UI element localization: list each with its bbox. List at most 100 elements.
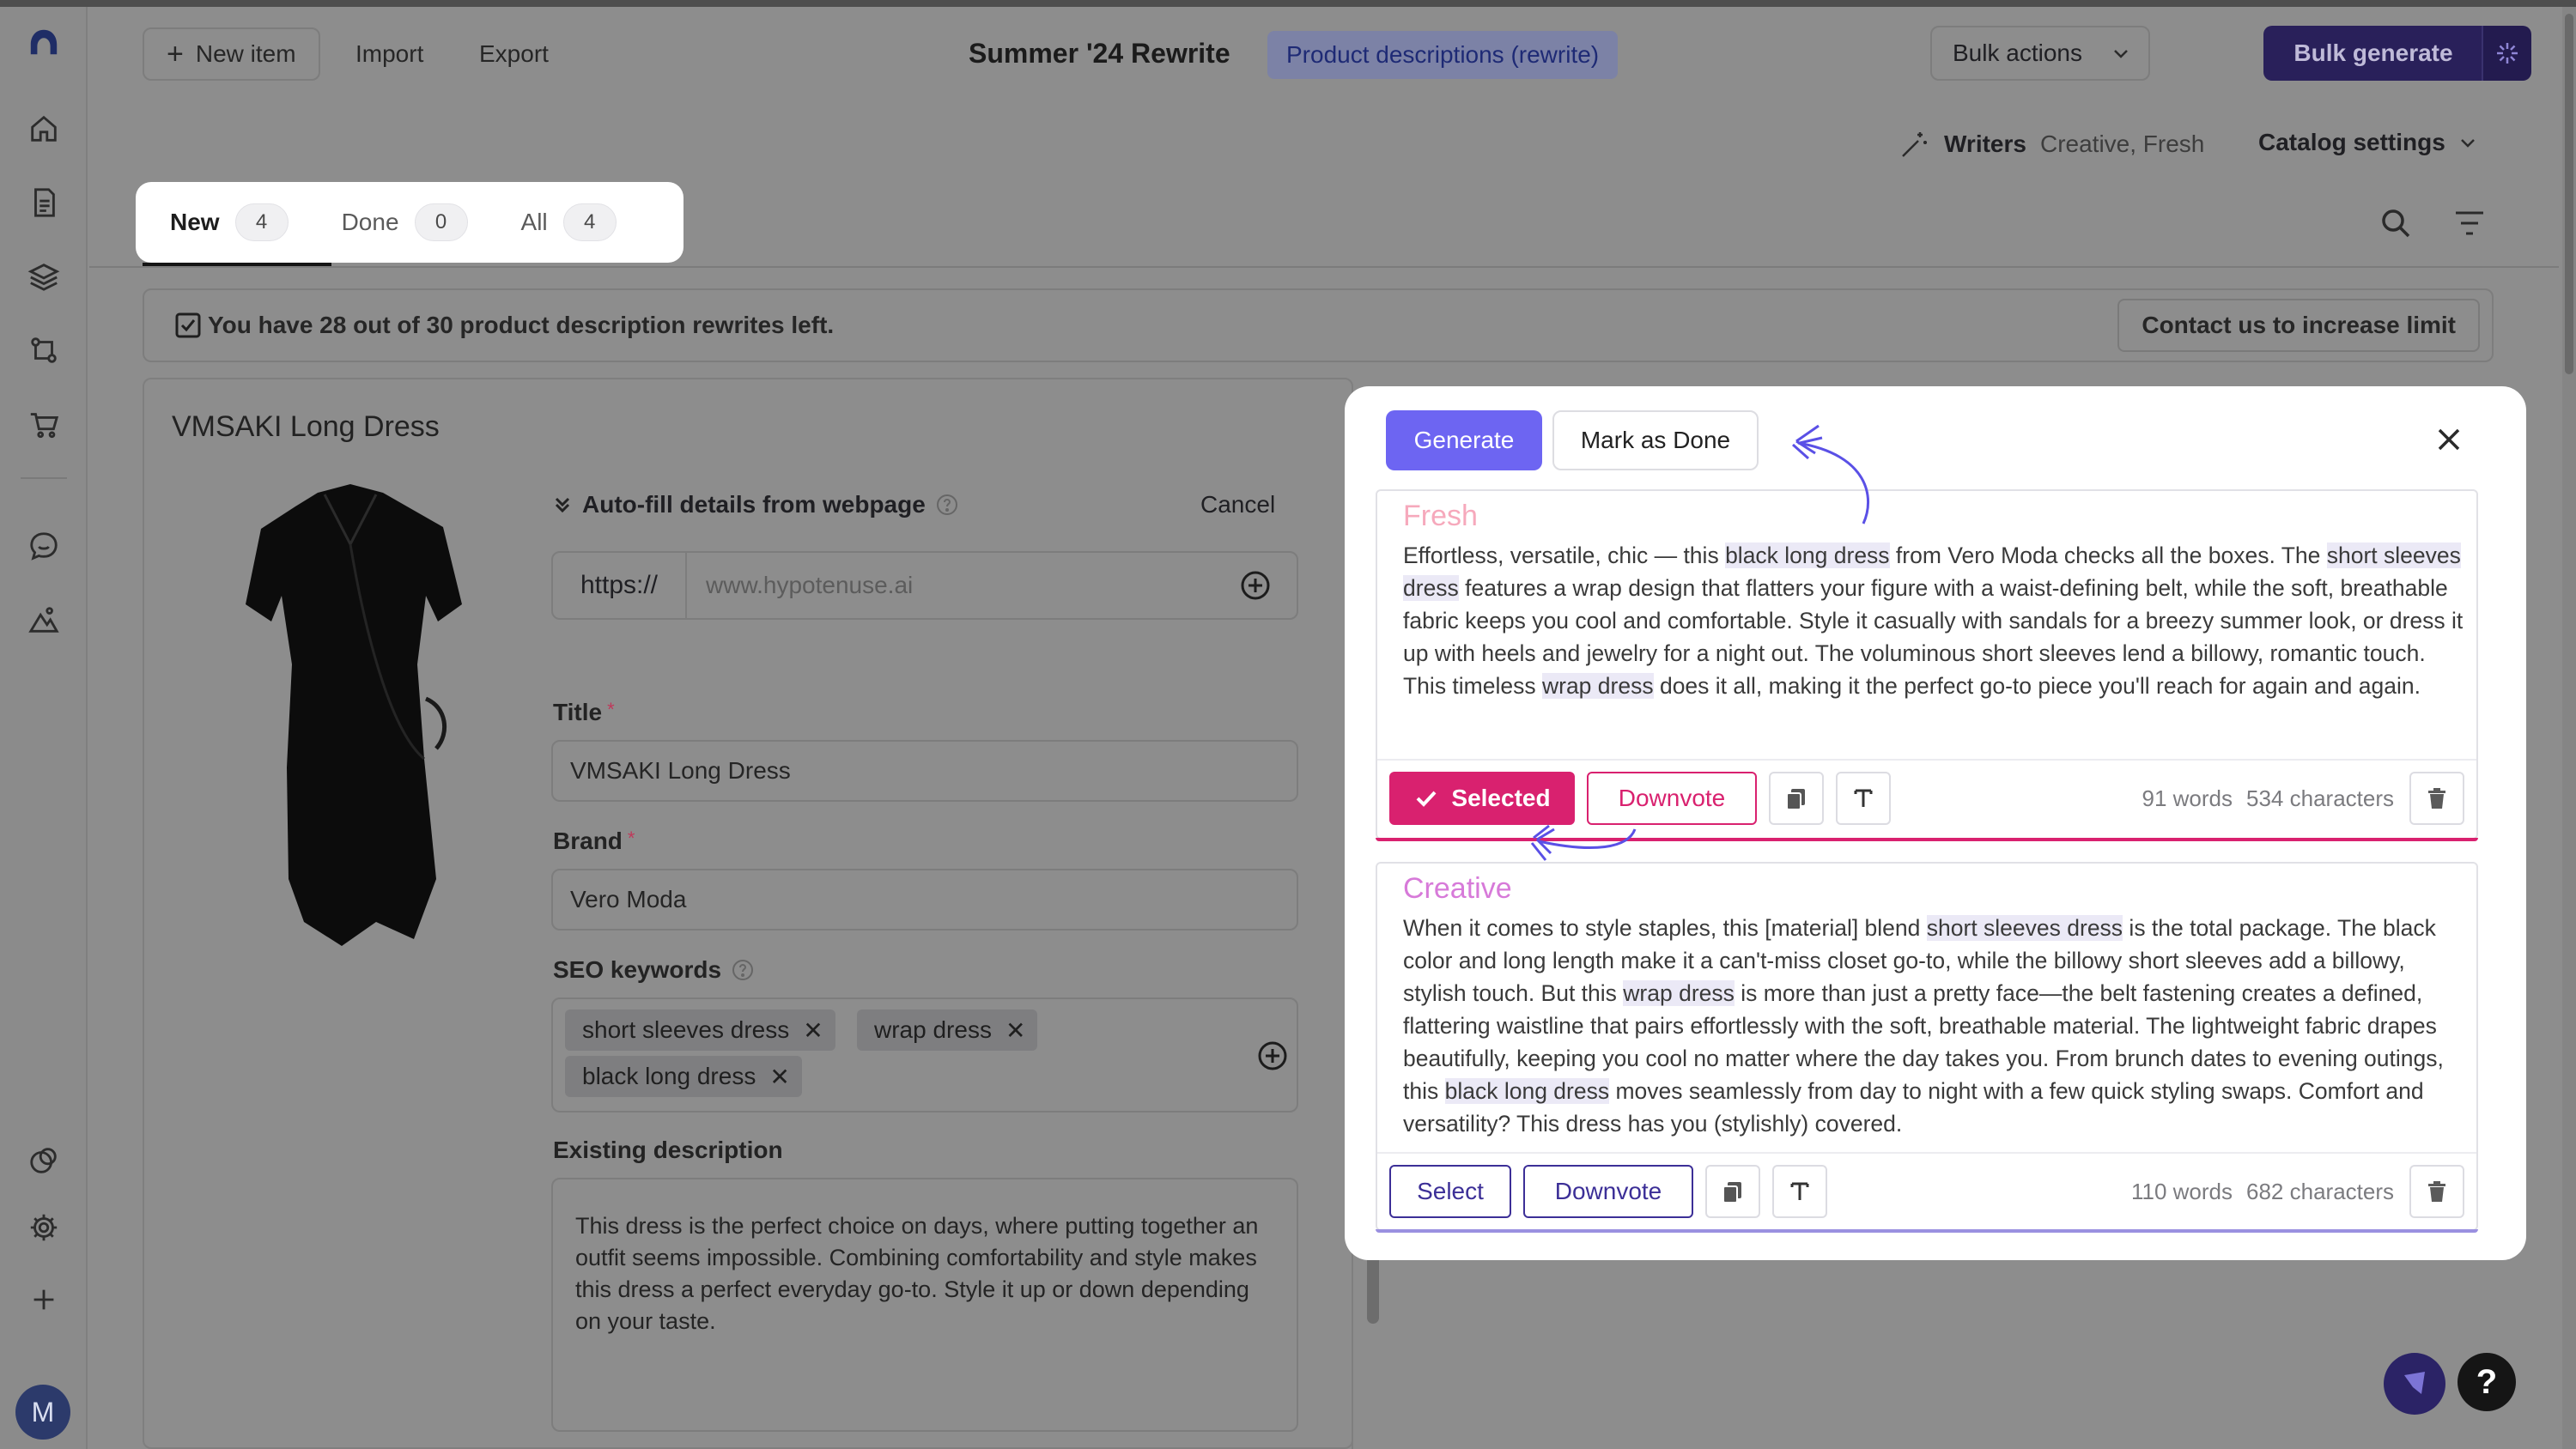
keyword-label: black long dress — [582, 1063, 756, 1089]
tabs-divider — [89, 266, 2559, 268]
word-count: 91 words — [2142, 785, 2233, 811]
result-text[interactable]: When it comes to style staples, this [ma… — [1403, 912, 2468, 1140]
result-text[interactable]: Effortless, versatile, chic — this black… — [1403, 539, 2468, 702]
mark-as-done-button[interactable]: Mark as Done — [1552, 410, 1759, 470]
writers-value: Creative, Fresh — [2039, 130, 2205, 157]
selected-accent — [1376, 838, 2478, 841]
text-segment: When it comes to style staples, this [ma… — [1403, 915, 1927, 941]
seo-keywords-field[interactable]: short sleeves dress ✕ wrap dress ✕ black… — [551, 997, 1298, 1113]
results-panel — [1352, 1236, 2502, 1449]
settings-icon[interactable] — [25, 1209, 63, 1246]
keyword-chip: short sleeves dress ✕ — [565, 1009, 835, 1051]
integrations-icon[interactable] — [25, 331, 63, 369]
chevrons-down-icon — [555, 497, 570, 513]
copy-icon — [1786, 789, 1805, 810]
help-center-icon[interactable] — [25, 1142, 63, 1179]
title-label-text: Title — [553, 699, 603, 725]
project-title: Summer '24 Rewrite — [969, 38, 1230, 69]
feedback-button[interactable] — [2384, 1353, 2445, 1415]
downvote-button[interactable]: Downvote — [1523, 1165, 1693, 1218]
remove-icon[interactable]: ✕ — [769, 1063, 789, 1091]
document-icon[interactable] — [25, 184, 63, 221]
add-icon[interactable] — [25, 1281, 63, 1319]
seo-keywords-label-text: SEO keywords — [553, 956, 722, 983]
remove-icon[interactable]: ✕ — [1005, 1016, 1025, 1045]
bulk-actions-dropdown[interactable]: Bulk actions — [1930, 26, 2150, 81]
url-input[interactable]: www.hypotenuse.ai — [687, 572, 1240, 599]
result-card-fresh: Fresh Effortless, versatile, chic — this… — [1376, 489, 2478, 841]
tab-all[interactable]: All 4 — [521, 203, 617, 241]
card-accent — [1376, 1229, 2478, 1233]
add-circle-icon[interactable] — [1240, 570, 1271, 601]
writers-selector[interactable]: Writers Creative, Fresh — [1899, 129, 2204, 160]
project-type-pill[interactable]: Product descriptions (rewrite) — [1267, 31, 1619, 79]
existing-description-field[interactable]: This dress is the perfect choice on days… — [551, 1178, 1298, 1432]
bulk-generate-options[interactable] — [2482, 26, 2531, 81]
card-divider — [1377, 1152, 2476, 1154]
cancel-autofill-button[interactable]: Cancel — [1200, 491, 1275, 518]
copy-button[interactable] — [1769, 772, 1824, 825]
close-icon[interactable] — [2430, 421, 2468, 458]
result-stats: 91 words 534 characters — [2142, 785, 2394, 812]
contact-us-button[interactable]: Contact us to increase limit — [2117, 299, 2480, 352]
generate-button[interactable]: Generate — [1386, 410, 1542, 470]
seo-keywords-label: SEO keywords — [553, 956, 754, 984]
avatar[interactable]: M — [15, 1385, 70, 1440]
format-button[interactable] — [1836, 772, 1891, 825]
page-scrollbar[interactable] — [2562, 7, 2576, 1449]
export-button[interactable]: Export — [479, 27, 549, 81]
writer-name: Fresh — [1403, 500, 1478, 532]
character-count: 682 characters — [2246, 1178, 2394, 1204]
copy-button[interactable] — [1705, 1165, 1760, 1218]
image-generator-icon[interactable] — [25, 601, 63, 639]
layers-icon[interactable] — [25, 258, 63, 295]
existing-description-label: Existing description — [553, 1137, 783, 1163]
select-button[interactable]: Select — [1389, 1165, 1511, 1218]
usage-text: You have 28 out of 30 product descriptio… — [208, 312, 835, 338]
text-format-icon — [1790, 1182, 1809, 1200]
keyword-highlight: wrap dress — [1541, 673, 1654, 699]
scrollbar-thumb[interactable] — [2565, 14, 2573, 374]
magic-wand-icon — [1902, 132, 1927, 157]
logo-icon[interactable] — [25, 24, 63, 62]
downvote-button[interactable]: Downvote — [1587, 772, 1757, 825]
autofill-toggle[interactable]: Auto-fill details from webpage — [553, 491, 958, 518]
tab-done[interactable]: Done 0 — [342, 203, 468, 241]
bulk-generate-button[interactable]: Bulk generate — [2263, 26, 2483, 81]
text-format-icon — [1854, 789, 1873, 807]
help-icon[interactable] — [936, 494, 958, 516]
new-item-button[interactable]: + New item — [143, 27, 320, 81]
remove-icon[interactable]: ✕ — [803, 1016, 823, 1045]
card-divider — [1377, 759, 2476, 761]
checklist-icon — [175, 312, 201, 338]
writers-label: Writers — [1944, 130, 2026, 157]
keyword-highlight: black long dress — [1725, 543, 1890, 568]
delete-button[interactable] — [2409, 772, 2464, 825]
url-input-group: https:// www.hypotenuse.ai — [551, 551, 1298, 620]
title-field[interactable]: VMSAKI Long Dress — [551, 740, 1298, 802]
import-button[interactable]: Import — [355, 27, 423, 81]
result-stats: 110 words 682 characters — [2131, 1179, 2394, 1205]
send-icon — [2404, 1372, 2425, 1394]
selected-button[interactable]: Selected — [1389, 772, 1575, 825]
help-button[interactable]: ? — [2458, 1353, 2516, 1411]
filter-icon[interactable] — [2452, 208, 2487, 239]
format-button[interactable] — [1772, 1165, 1827, 1218]
help-icon[interactable] — [732, 959, 754, 981]
product-editor: VMSAKI Long Dress Auto-fill details from… — [143, 378, 1379, 1449]
brand-label: Brand * — [553, 828, 635, 854]
keyword-label: wrap dress — [874, 1016, 992, 1043]
search-icon[interactable] — [2379, 206, 2413, 240]
cart-icon[interactable] — [25, 405, 63, 443]
chat-icon[interactable] — [25, 527, 63, 565]
status-tabs: New 4 Done 0 All 4 — [136, 182, 683, 263]
brand-field[interactable]: Vero Moda — [551, 869, 1298, 931]
home-icon[interactable] — [25, 110, 63, 148]
keyword-highlight: short sleeves dress — [1926, 915, 2123, 941]
delete-button[interactable] — [2409, 1165, 2464, 1218]
catalog-settings-dropdown[interactable]: Catalog settings — [2258, 129, 2478, 156]
tab-new[interactable]: New 4 — [170, 203, 289, 241]
plus-icon: + — [167, 37, 184, 70]
usage-banner: You have 28 out of 30 product descriptio… — [143, 288, 2494, 362]
add-circle-icon[interactable] — [1257, 1040, 1288, 1071]
